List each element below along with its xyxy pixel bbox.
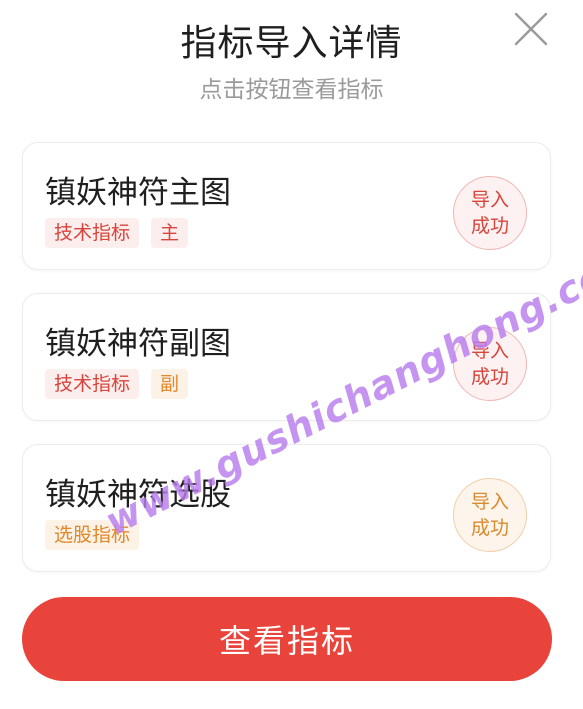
- stamp-line2: 成功: [470, 517, 509, 539]
- stamp-line1: 导入: [470, 491, 509, 513]
- tag-screener: 选股指标: [45, 520, 140, 550]
- stamp-line2: 成功: [470, 366, 509, 388]
- tag-sub: 副: [151, 369, 189, 399]
- import-success-stamp: 导入 成功: [453, 478, 527, 552]
- indicator-name: 镇妖神符副图: [45, 326, 231, 362]
- tag-technical: 技术指标: [45, 218, 140, 248]
- import-success-stamp: 导入 成功: [453, 176, 527, 250]
- page-subtitle: 点击按钮查看指标: [199, 77, 384, 103]
- page-title: 指标导入详情: [180, 23, 403, 64]
- view-indicators-button[interactable]: 查看指标: [22, 597, 552, 681]
- indicator-tags: 技术指标 主: [45, 218, 189, 248]
- indicator-name: 镇妖神符选股: [45, 477, 231, 513]
- indicator-card-main: 镇妖神符主图 技术指标 主 导入 成功: [22, 142, 551, 270]
- tag-main: 主: [151, 218, 189, 248]
- indicator-tags: 选股指标: [45, 520, 140, 550]
- dialog-header: 指标导入详情 点击按钮查看指标: [0, 0, 583, 120]
- stamp-line1: 导入: [470, 340, 509, 362]
- import-success-stamp: 导入 成功: [453, 327, 527, 401]
- tag-technical: 技术指标: [45, 369, 140, 399]
- close-icon[interactable]: [510, 8, 552, 50]
- stamp-line1: 导入: [470, 189, 509, 211]
- indicator-name: 镇妖神符主图: [45, 175, 231, 211]
- stamp-line2: 成功: [470, 215, 509, 237]
- indicator-tags: 技术指标 副: [45, 369, 189, 399]
- indicator-card-screener: 镇妖神符选股 选股指标 导入 成功: [22, 444, 551, 572]
- indicator-card-sub: 镇妖神符副图 技术指标 副 导入 成功: [22, 293, 551, 421]
